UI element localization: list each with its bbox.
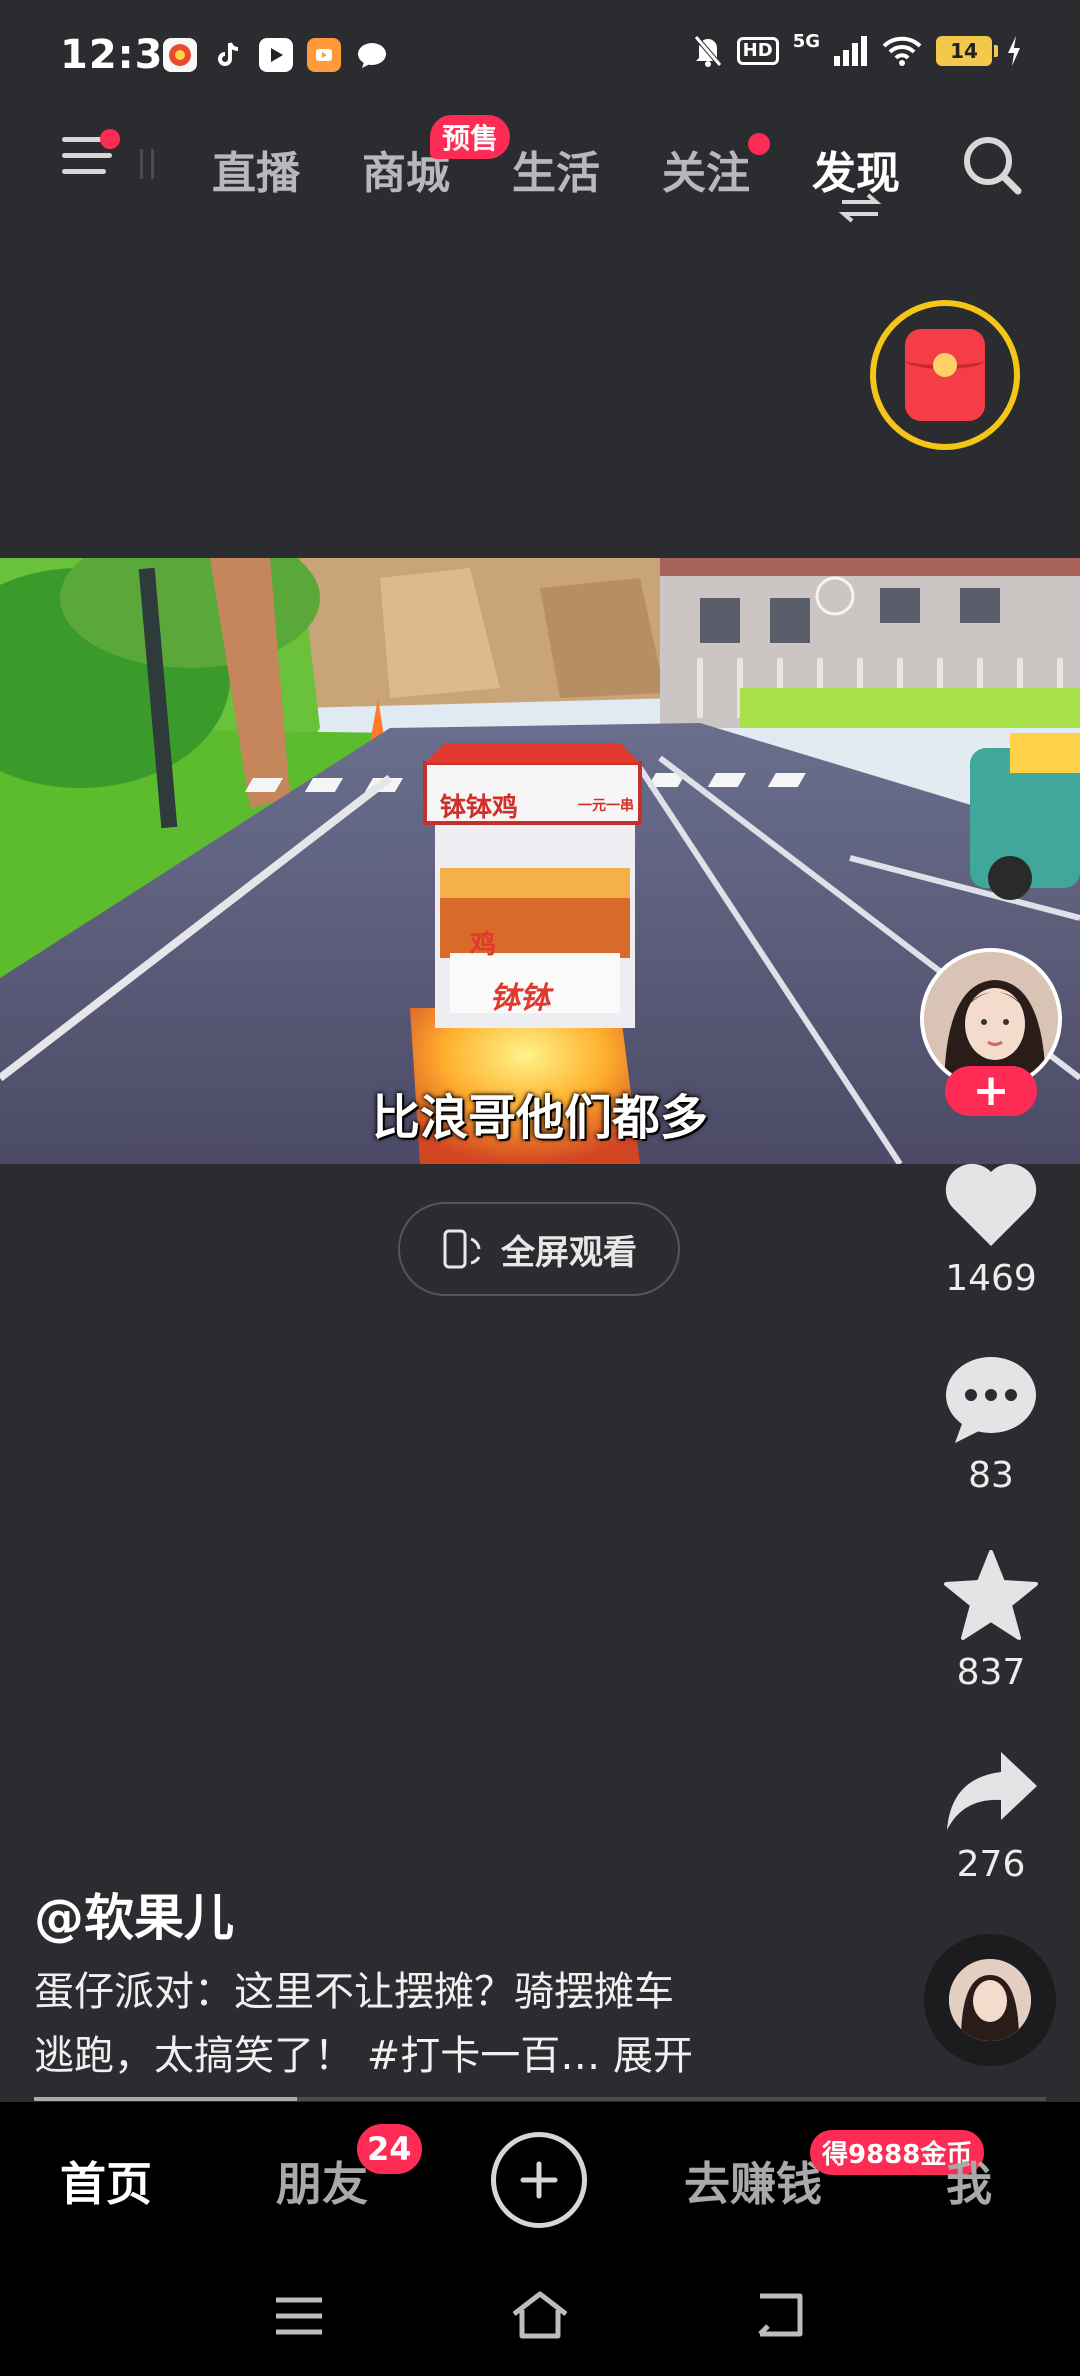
friends-badge: 24 (357, 2124, 422, 2174)
battery-level: 14 (950, 39, 978, 63)
signal-icon (834, 36, 867, 66)
home-icon[interactable] (510, 2290, 570, 2340)
create-post-button[interactable] (491, 2132, 587, 2228)
comment-icon (946, 1357, 1036, 1443)
svg-text:钵钵: 钵钵 (490, 982, 554, 1015)
recent-apps-icon[interactable] (274, 2296, 324, 2336)
search-icon[interactable] (960, 133, 1024, 197)
red-packet-button[interactable] (870, 300, 1020, 450)
status-bar: 12:31 HD 5G 14 (0, 0, 1080, 115)
nav-me[interactable]: 我 (946, 2148, 992, 2214)
top-nav: 直播 商城 预售 生活 关注 发现 (0, 115, 1080, 235)
video-progress-bar[interactable] (34, 2097, 1046, 2101)
comment-count: 83 (968, 1455, 1014, 1496)
system-status-icons: HD 5G 14 (693, 30, 1022, 68)
description-line-1: 蛋仔派对：这里不让摆摊？骑摆摊车 (34, 1969, 674, 2015)
fullscreen-label: 全屏观看 (501, 1232, 637, 1273)
stall-sign: 钵钵鸡 (440, 792, 518, 822)
fullscreen-button[interactable]: 全屏观看 (398, 1202, 680, 1296)
wifi-icon (882, 36, 922, 66)
tab-life[interactable]: 生活 (512, 137, 600, 201)
tab-live[interactable]: 直播 (212, 137, 300, 201)
battery-icon: 14 (936, 36, 998, 66)
share-icon (947, 1752, 1037, 1830)
presale-badge: 预售 (430, 115, 511, 159)
red-packet-icon (905, 329, 985, 421)
svg-text:鸡: 鸡 (469, 929, 496, 959)
like-action[interactable]: 1469 (920, 1160, 1062, 1299)
notification-icons (163, 38, 389, 72)
bottom-nav: 首页 朋友 24 去赚钱 得9888金币 我 (0, 2102, 1080, 2254)
video-app-icon (259, 38, 293, 72)
message-icon (355, 38, 389, 72)
rotate-screen-icon (443, 1229, 481, 1269)
tab-discover[interactable]: 发现 (812, 137, 900, 201)
nav-friends[interactable]: 朋友 (276, 2148, 368, 2214)
nav-home[interactable]: 首页 (60, 2148, 152, 2214)
share-count: 276 (956, 1844, 1026, 1885)
video-progress-fill (34, 2097, 298, 2101)
video-subtitle: 比浪哥他们都多 (371, 1090, 708, 1146)
charging-icon (1008, 36, 1020, 66)
music-cover-image (949, 1959, 1031, 2041)
tab-follow[interactable]: 关注 (662, 137, 750, 201)
comment-action[interactable]: 83 (920, 1355, 1062, 1496)
mute-icon (693, 35, 722, 67)
system-nav-bar (0, 2254, 1080, 2376)
menu-notification-dot (100, 129, 120, 149)
follow-notification-dot (748, 133, 770, 155)
description-line-2: 逃跑，太搞笑了！ #打卡一百… 展开 (34, 2033, 693, 2079)
app-notification-icon (163, 38, 197, 72)
plus-icon (520, 2161, 558, 2199)
hd-icon: HD (736, 37, 779, 65)
heart-icon (945, 1163, 1037, 1246)
video-player[interactable]: 鸡 钵钵 钵钵鸡 一元一串 (0, 558, 1080, 1164)
star-icon (944, 1550, 1038, 1640)
favorite-count: 837 (956, 1652, 1026, 1693)
tiktok-icon (211, 38, 245, 72)
music-disc[interactable] (924, 1934, 1056, 2066)
stall-price: 一元一串 (578, 797, 634, 813)
switch-icon[interactable] (838, 193, 882, 223)
share-action[interactable]: 276 (920, 1748, 1062, 1885)
post-description[interactable]: 蛋仔派对：这里不让摆摊？骑摆摊车 逃跑，太搞笑了！ #打卡一百… 展开 (34, 1960, 774, 2088)
follow-plus-button[interactable]: + (945, 1066, 1037, 1116)
favorite-action[interactable]: 837 (920, 1550, 1062, 1693)
back-icon[interactable] (752, 2292, 808, 2338)
tab-overflow-edge (140, 149, 154, 179)
video-frame: 鸡 钵钵 钵钵鸡 一元一串 (0, 558, 1080, 1164)
player-app-icon (307, 38, 341, 72)
network-label: 5G (792, 30, 820, 52)
nav-earn[interactable]: 去赚钱 (684, 2148, 822, 2214)
like-count: 1469 (945, 1258, 1037, 1299)
author-name[interactable]: @软果儿 (34, 1878, 234, 1950)
